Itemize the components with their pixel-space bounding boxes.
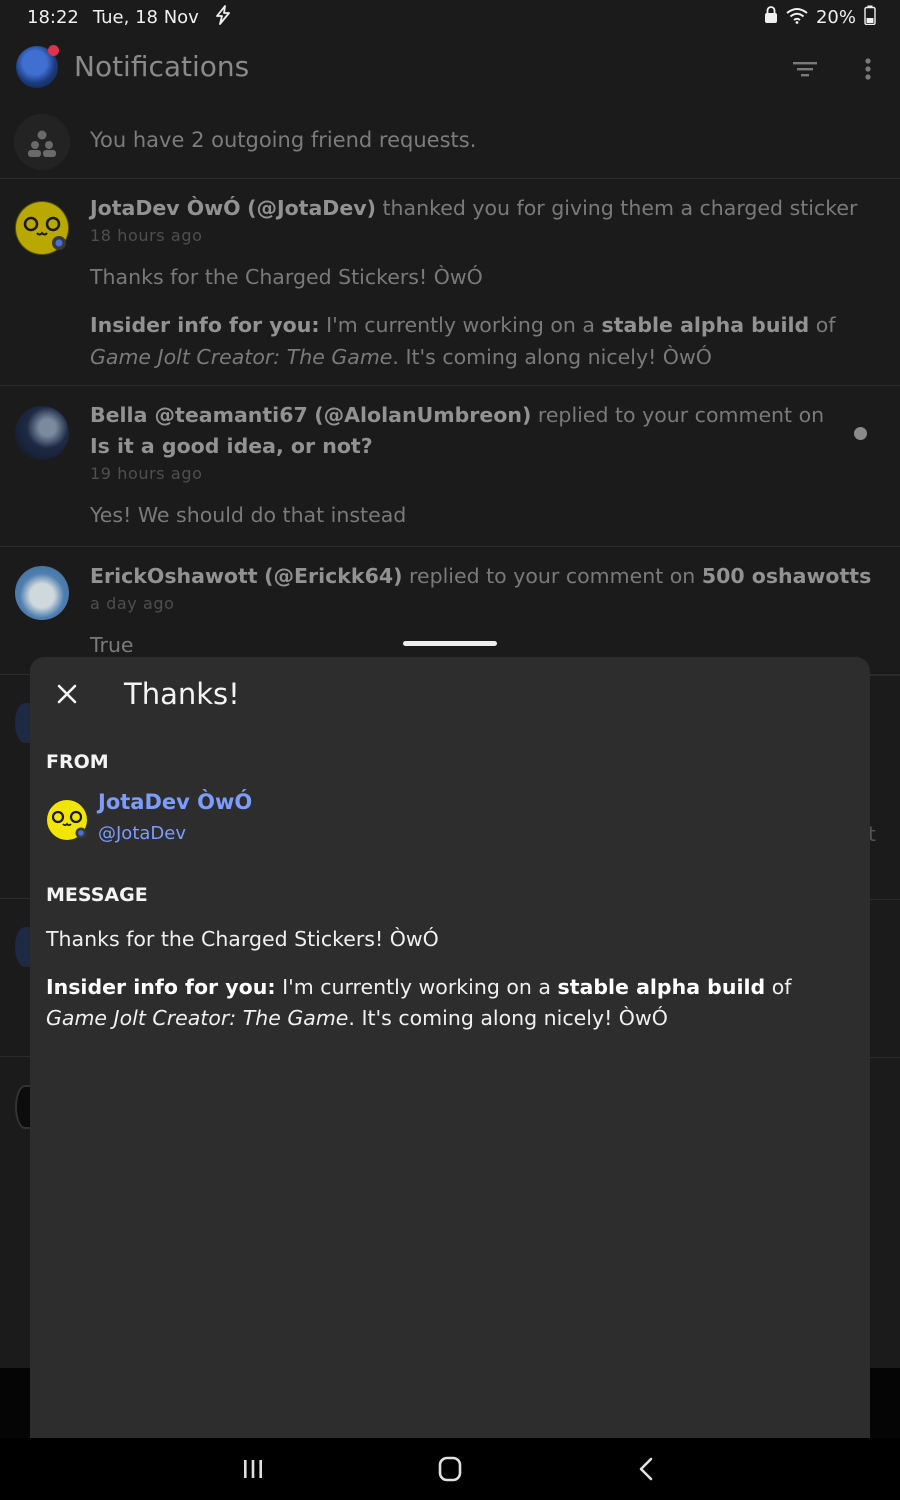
list-item: [0, 675, 35, 899]
thanks-sheet: Thanks! FROM JotaDev ÒwÓ @JotaDev MESSAG…: [30, 657, 870, 1438]
notification-target[interactable]: Is it a good idea, or not?: [90, 434, 373, 458]
sender-name[interactable]: JotaDev ÒwÓ: [98, 790, 252, 814]
battery-icon: [864, 5, 876, 30]
page-title: Notifications: [74, 50, 250, 83]
notification-item[interactable]: JotaDev ÒwÓ (@JotaDev) thanked you for g…: [0, 179, 900, 386]
notification-item[interactable]: Bella @teamanti67 (@AlolanUmbreon) repli…: [0, 386, 900, 547]
insider-text-2: of: [771, 975, 792, 999]
notification-time: 19 hours ago: [90, 464, 203, 483]
insider-text-3: . It's coming along nicely! ÒwÓ: [392, 345, 712, 369]
insider-italic: Game Jolt Creator: The Game: [90, 345, 393, 369]
notification-message: Yes! We should do that instead: [90, 503, 407, 527]
lock-icon: [764, 6, 778, 29]
insider-text-2: of: [815, 313, 836, 337]
friend-requests-row[interactable]: You have 2 outgoing friend requests.: [0, 106, 900, 179]
friends-icon: [14, 114, 70, 170]
close-icon[interactable]: [50, 677, 84, 711]
home-icon[interactable]: [435, 1454, 465, 1484]
insider-text-1: I'm currently working on a: [326, 313, 595, 337]
notification-handle[interactable]: (@Erickk64): [264, 564, 402, 588]
insider-label: Insider info for you:: [90, 313, 320, 337]
message-label: MESSAGE: [46, 884, 148, 906]
notification-title: ErickOshawott (@Erickk64) replied to you…: [90, 561, 872, 592]
sender-avatar[interactable]: [46, 799, 88, 841]
notification-user[interactable]: JotaDev ÒwÓ: [90, 196, 241, 220]
insider-bold: stable alpha build: [601, 313, 810, 337]
sheet-drag-handle[interactable]: [403, 641, 497, 646]
notification-action: thanked you for giving them a charged st…: [382, 196, 858, 220]
notification-badge: [48, 45, 59, 56]
insider-label: Insider info for you:: [46, 975, 276, 999]
notification-handle[interactable]: (@AlolanUmbreon): [314, 403, 531, 427]
friend-requests-text: You have 2 outgoing friend requests.: [90, 128, 477, 152]
from-label: FROM: [46, 751, 109, 773]
notification-time: 18 hours ago: [90, 226, 203, 245]
wifi-icon: [786, 6, 808, 29]
sender-handle[interactable]: @JotaDev: [98, 823, 186, 844]
more-vertical-icon[interactable]: [856, 54, 880, 84]
avatar: [15, 406, 69, 460]
notification-title: JotaDev ÒwÓ (@JotaDev) thanked you for g…: [90, 193, 872, 224]
insider-bold: stable alpha build: [557, 975, 766, 999]
insider-text-3: . It's coming along nicely! ÒwÓ: [348, 1006, 668, 1030]
insider-text-1: I'm currently working on a: [282, 975, 551, 999]
sheet-title: Thanks!: [124, 677, 240, 711]
notification-insider: Insider info for you: I'm currently work…: [90, 309, 872, 373]
notification-message: Thanks for the Charged Stickers! ÒwÓ: [90, 265, 483, 289]
sheet-insider: Insider info for you: I'm currently work…: [46, 972, 850, 1034]
list-item: [0, 1057, 35, 1368]
status-time: 18:22: [27, 7, 79, 28]
list-item: [0, 899, 35, 1057]
list-edge: [870, 675, 900, 1368]
status-date: Tue, 18 Nov: [92, 7, 199, 28]
notification-action: replied to your comment on: [537, 403, 825, 427]
app-header: Notifications: [0, 34, 900, 106]
unread-indicator: [854, 427, 867, 440]
user-avatar[interactable]: [16, 45, 59, 88]
notification-item[interactable]: ErickOshawott (@Erickk64) replied to you…: [0, 547, 900, 675]
filter-icon[interactable]: [790, 54, 820, 84]
avatar: [15, 201, 69, 255]
insider-italic: Game Jolt Creator: The Game: [46, 1006, 349, 1030]
recents-icon[interactable]: [238, 1454, 268, 1484]
battery-level: 20%: [815, 7, 856, 28]
sheet-message: Thanks for the Charged Stickers! ÒwÓ: [46, 927, 439, 951]
notification-user[interactable]: ErickOshawott: [90, 564, 258, 588]
notification-time: a day ago: [90, 594, 175, 613]
notification-user[interactable]: Bella @teamanti67: [90, 403, 308, 427]
notification-handle[interactable]: (@JotaDev): [247, 196, 376, 220]
system-nav-bar: [0, 1438, 900, 1500]
notification-action: replied to your comment on: [409, 564, 696, 588]
avatar: [15, 566, 69, 620]
back-icon[interactable]: [632, 1454, 662, 1484]
notification-target[interactable]: 500 oshawotts: [702, 564, 871, 588]
notification-title: Bella @teamanti67 (@AlolanUmbreon) repli…: [90, 400, 840, 462]
lightning-icon: [213, 5, 233, 30]
status-bar: 18:22 Tue, 18 Nov 20%: [0, 0, 900, 34]
